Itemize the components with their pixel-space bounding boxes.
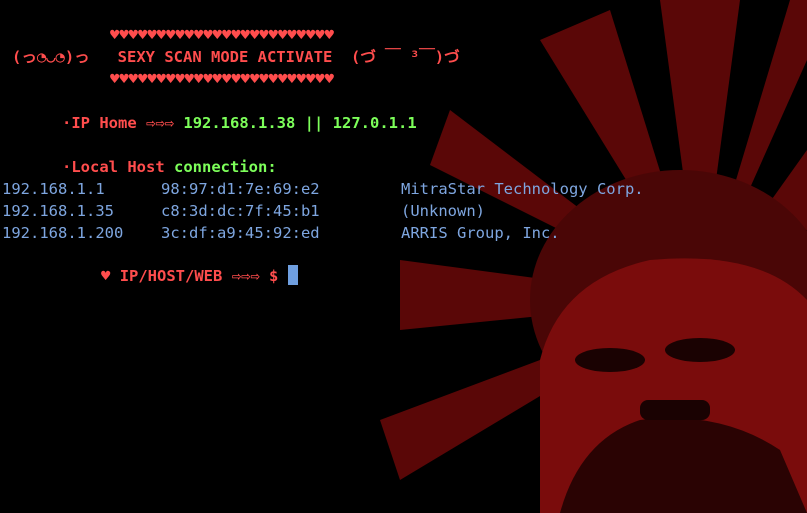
text-cursor[interactable]	[287, 265, 298, 285]
host-mac: 98:97:d1:7e:69:e2	[161, 180, 320, 198]
ip-home-line: ·IP Home ⇨⇨⇨ 192.168.1.38 || 127.0.1.1	[62, 112, 417, 134]
host-ip: 192.168.1.35	[2, 202, 114, 220]
right-emoticon: (づ ￣ ³￣)づ	[350, 48, 460, 66]
host-ip: 192.168.1.200	[2, 224, 124, 242]
local-host-suffix: connection:	[174, 158, 277, 176]
host-vendor: ARRIS Group, Inc.	[401, 224, 560, 242]
local-host-bullet: ·	[62, 158, 72, 176]
left-emoticon: (っ◔◡◔)っ	[12, 48, 90, 66]
local-host-label: Local Host	[71, 158, 165, 176]
local-host-line: ·Local Host connection:	[62, 156, 277, 178]
ip-home-bullet: ·	[62, 114, 72, 132]
host-vendor: MitraStar Technology Corp.	[401, 180, 644, 198]
host-mac: 3c:df:a9:45:92:ed	[161, 224, 320, 242]
banner-row: (っ◔◡◔)っ SEXY SCAN MODE ACTIVATE (づ ￣ ³￣)…	[12, 46, 460, 68]
ip-home-label: IP Home	[71, 114, 137, 132]
portrait-silhouette	[540, 258, 807, 513]
host-mac: c8:3d:dc:7f:45:b1	[161, 202, 320, 220]
heart-icon: ♥	[101, 267, 111, 285]
prompt-label: IP/HOST/WEB	[119, 267, 223, 285]
banner-title: SEXY SCAN MODE ACTIVATE	[117, 48, 333, 66]
command-prompt[interactable]: ♥ IP/HOST/WEB ⇨⇨⇨ $	[101, 265, 298, 287]
prompt-symbol: $	[269, 267, 279, 285]
ip-home-arrows: ⇨⇨⇨	[146, 114, 175, 132]
host-ip: 192.168.1.1	[2, 180, 105, 198]
prompt-arrows: ⇨⇨⇨	[231, 267, 260, 285]
host-vendor: (Unknown)	[401, 202, 485, 220]
banner-hearts-top: ♥♥♥♥♥♥♥♥♥♥♥♥♥♥♥♥♥♥♥♥♥♥♥♥	[110, 26, 334, 44]
banner-hearts-bottom: ♥♥♥♥♥♥♥♥♥♥♥♥♥♥♥♥♥♥♥♥♥♥♥♥	[110, 70, 334, 88]
ip-home-value: 192.168.1.38 || 127.0.1.1	[183, 114, 417, 132]
